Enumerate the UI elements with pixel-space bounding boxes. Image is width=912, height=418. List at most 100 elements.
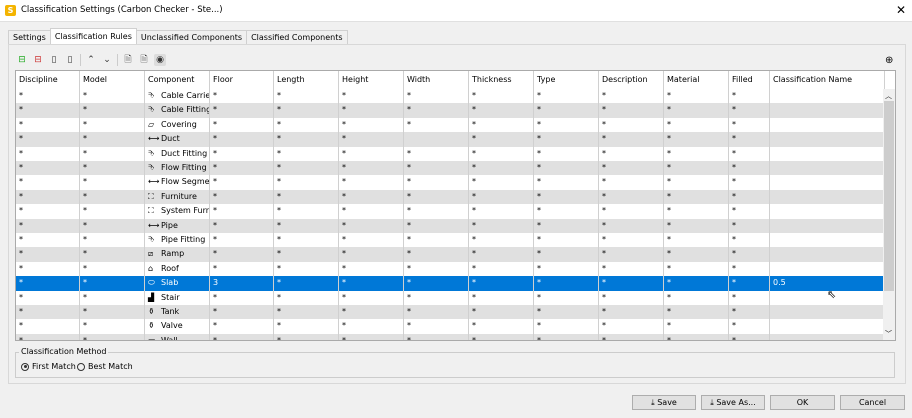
- table-cell[interactable]: *: [80, 290, 145, 305]
- table-row[interactable]: * * ⟷ Duct * * * * * * * *: [16, 132, 885, 147]
- tab-classified-components[interactable]: Classified Components: [246, 30, 348, 44]
- table-cell[interactable]: *: [729, 261, 770, 277]
- table-cell[interactable]: ⮷ Cable Carrie...: [145, 89, 210, 104]
- table-cell[interactable]: *: [469, 117, 534, 133]
- table-cell[interactable]: ⚱ Valve: [145, 319, 210, 334]
- table-cell[interactable]: *: [16, 204, 80, 219]
- table-cell[interactable]: *: [599, 233, 664, 248]
- table-cell[interactable]: *: [534, 233, 599, 248]
- table-cell[interactable]: *: [729, 161, 770, 176]
- table-cell[interactable]: *: [80, 89, 145, 104]
- table-cell[interactable]: *: [404, 319, 469, 334]
- visibility-icon[interactable]: ◉: [154, 54, 166, 66]
- table-cell[interactable]: *: [664, 290, 729, 305]
- radio-checked-icon[interactable]: [21, 362, 29, 371]
- table-cell[interactable]: *: [599, 161, 664, 176]
- ok-button[interactable]: OK: [770, 395, 835, 410]
- table-cell[interactable]: *: [274, 333, 339, 340]
- table-cell[interactable]: *: [729, 290, 770, 305]
- tab-unclassified-components[interactable]: Unclassified Components: [135, 30, 248, 44]
- table-cell[interactable]: *: [534, 204, 599, 219]
- table-row[interactable]: * * ⚱ Valve * * * * * * * * *: [16, 319, 885, 334]
- table-cell[interactable]: *: [404, 218, 469, 233]
- table-cell[interactable]: *: [469, 218, 534, 233]
- table-cell[interactable]: *: [274, 89, 339, 104]
- table-cell[interactable]: *: [469, 132, 534, 147]
- table-cell[interactable]: *: [339, 233, 404, 248]
- table-cell[interactable]: *: [599, 319, 664, 334]
- table-cell[interactable]: *: [664, 117, 729, 133]
- table-cell[interactable]: *: [404, 276, 469, 291]
- table-cell[interactable]: ▭ Wall: [145, 333, 210, 340]
- table-cell[interactable]: *: [534, 146, 599, 161]
- table-cell[interactable]: [770, 103, 885, 118]
- table-cell[interactable]: *: [469, 305, 534, 320]
- table-cell[interactable]: ⟷ Pipe: [145, 218, 210, 233]
- table-cell[interactable]: *: [404, 261, 469, 277]
- table-cell[interactable]: *: [80, 261, 145, 277]
- table-cell[interactable]: *: [599, 247, 664, 262]
- table-cell[interactable]: *: [339, 117, 404, 133]
- table-cell[interactable]: *: [469, 89, 534, 104]
- table-cell[interactable]: ▟ Stair: [145, 290, 210, 305]
- table-cell[interactable]: *: [599, 117, 664, 133]
- table-cell[interactable]: *: [534, 89, 599, 104]
- delete-column-icon[interactable]: ▯: [64, 54, 76, 66]
- table-cell[interactable]: *: [664, 161, 729, 176]
- table-cell[interactable]: [770, 218, 885, 233]
- table-cell[interactable]: *: [16, 175, 80, 190]
- table-cell[interactable]: [770, 117, 885, 133]
- column-header[interactable]: Width: [404, 71, 469, 89]
- delete-row-icon[interactable]: ⊟: [32, 54, 44, 66]
- first-match-radio[interactable]: First Match: [21, 362, 76, 371]
- table-row[interactable]: **⮷Cable Carrie...*********: [16, 89, 885, 104]
- table-cell[interactable]: *: [664, 305, 729, 320]
- table-cell[interactable]: *: [339, 132, 404, 147]
- table-cell[interactable]: *: [16, 247, 80, 262]
- table-cell[interactable]: *: [469, 161, 534, 176]
- table-cell[interactable]: *: [469, 204, 534, 219]
- table-row[interactable]: * * ⬭ Slab 3 * * * * * * * * 0.5: [16, 276, 885, 291]
- column-header[interactable]: Thickness: [469, 71, 534, 89]
- table-cell[interactable]: *: [404, 146, 469, 161]
- table-cell[interactable]: *: [469, 247, 534, 262]
- table-cell[interactable]: [770, 161, 885, 176]
- table-cell[interactable]: *: [80, 189, 145, 205]
- table-cell[interactable]: *: [16, 103, 80, 118]
- table-row[interactable]: **⟷Flow Segment*********: [16, 175, 885, 190]
- table-cell[interactable]: *: [599, 276, 664, 291]
- table-cell[interactable]: *: [274, 103, 339, 118]
- table-cell[interactable]: *: [339, 218, 404, 233]
- table-cell[interactable]: *: [404, 175, 469, 190]
- table-cell[interactable]: [770, 333, 885, 340]
- table-cell[interactable]: *: [599, 89, 664, 104]
- table-cell[interactable]: *: [469, 276, 534, 291]
- table-cell[interactable]: *: [534, 290, 599, 305]
- add-row-icon[interactable]: ⊟: [16, 54, 28, 66]
- table-cell[interactable]: *: [729, 103, 770, 118]
- table-cell[interactable]: ⚱ Tank: [145, 305, 210, 320]
- table-cell[interactable]: *: [210, 189, 274, 205]
- table-cell[interactable]: *: [469, 290, 534, 305]
- table-cell[interactable]: *: [274, 132, 339, 147]
- export-icon[interactable]: 🗎: [138, 54, 150, 66]
- table-cell[interactable]: ⮷ Flow Fitting: [145, 161, 210, 176]
- table-cell[interactable]: *: [274, 146, 339, 161]
- table-cell[interactable]: *: [534, 175, 599, 190]
- table-cell[interactable]: *: [534, 117, 599, 133]
- table-cell[interactable]: *: [599, 146, 664, 161]
- table-cell[interactable]: *: [339, 333, 404, 340]
- table-cell[interactable]: *: [469, 189, 534, 205]
- table-cell[interactable]: *: [16, 117, 80, 133]
- table-cell[interactable]: *: [274, 204, 339, 219]
- table-cell[interactable]: *: [599, 261, 664, 277]
- table-cell[interactable]: *: [274, 117, 339, 133]
- table-cell[interactable]: ▱ Covering: [145, 117, 210, 133]
- table-cell[interactable]: *: [534, 161, 599, 176]
- table-cell[interactable]: *: [664, 204, 729, 219]
- save-button[interactable]: ⤓ Save: [632, 395, 696, 410]
- table-cell[interactable]: *: [210, 305, 274, 320]
- table-cell[interactable]: *: [210, 218, 274, 233]
- table-row[interactable]: * * ▱ Covering * * * * * * * * *: [16, 117, 885, 133]
- table-cell[interactable]: *: [534, 261, 599, 277]
